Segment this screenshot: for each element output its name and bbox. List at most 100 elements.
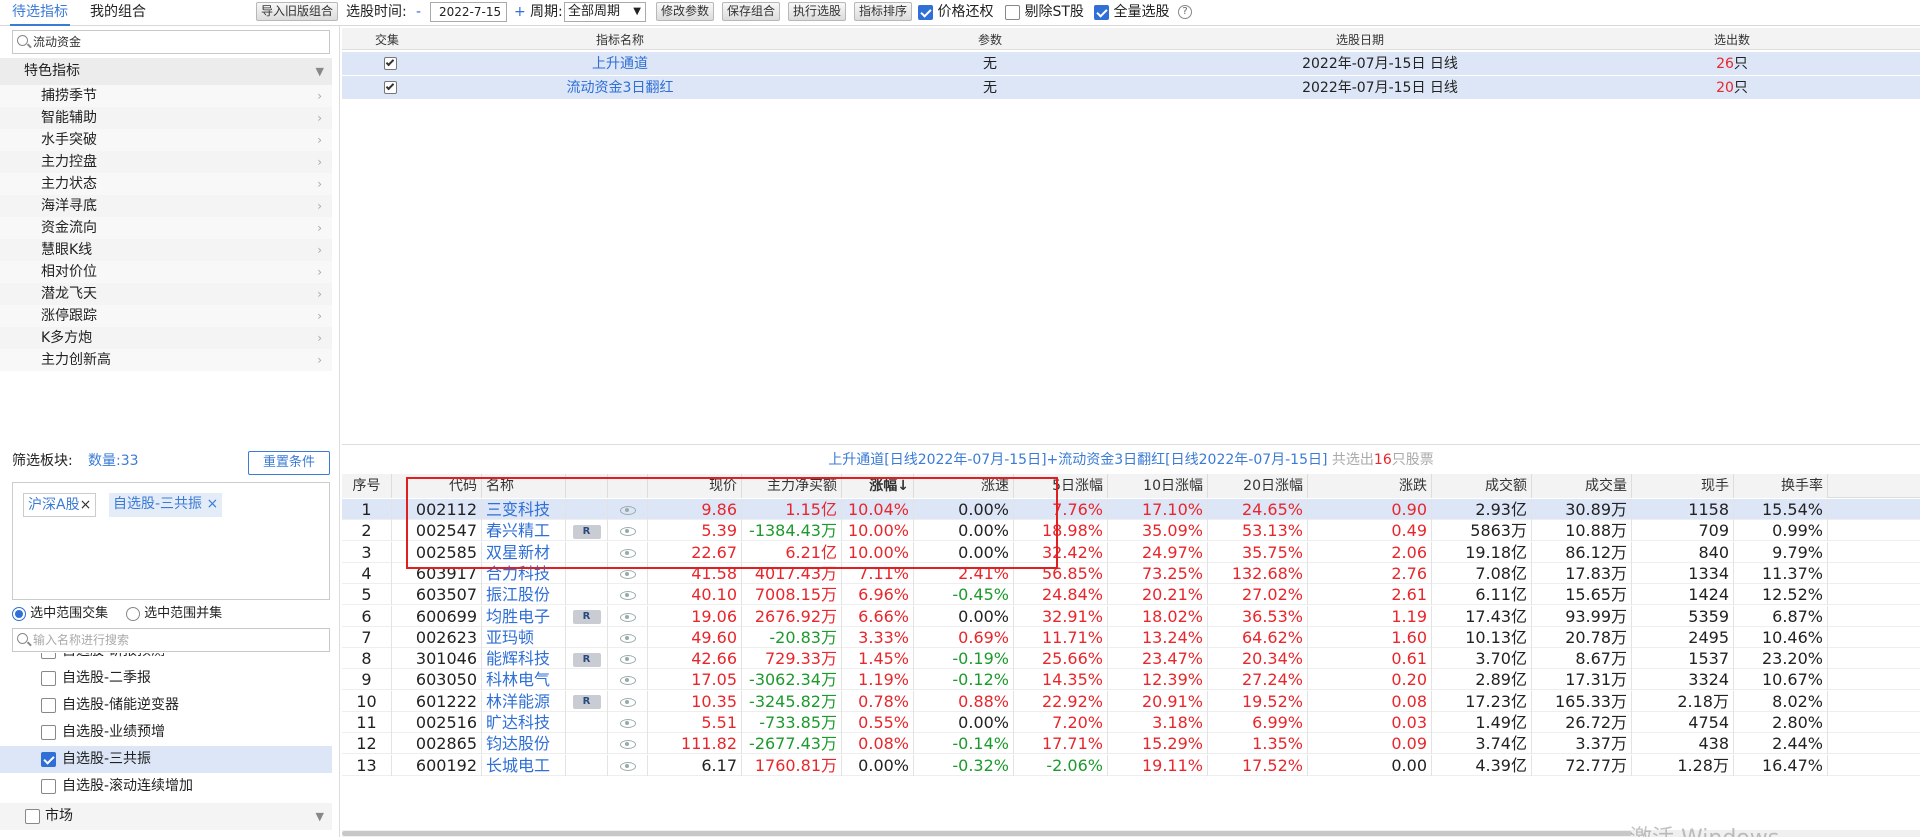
cell-eye[interactable] xyxy=(608,541,648,563)
header-turnover[interactable]: 换手率 xyxy=(1734,474,1828,498)
cell-r-badge[interactable] xyxy=(566,733,608,755)
cell-name[interactable]: 合力科技 xyxy=(482,562,566,584)
r-badge-icon[interactable]: R xyxy=(572,652,601,667)
cell-eye[interactable] xyxy=(608,690,648,712)
cell-name[interactable]: 林洋能源 xyxy=(482,690,566,712)
eye-icon[interactable] xyxy=(619,548,636,558)
radio-intersect[interactable]: 选中范围交集 xyxy=(12,604,108,624)
cell-name[interactable]: 科林电气 xyxy=(482,669,566,691)
execute-screening-button[interactable]: 执行选股 xyxy=(788,2,846,21)
eye-icon[interactable] xyxy=(619,761,636,771)
board-list-item[interactable]: 自选股-业绩预增 xyxy=(0,719,332,746)
r-badge-icon[interactable]: R xyxy=(572,610,601,624)
header-diff[interactable]: 涨跌 xyxy=(1308,474,1432,498)
cell-name[interactable]: 旷达科技 xyxy=(482,712,566,733)
header-seq[interactable]: 序号 xyxy=(342,474,392,498)
period-select[interactable]: 全部周期 ▼ xyxy=(564,2,646,22)
header-net-buy[interactable]: 主力净买额 xyxy=(742,474,842,498)
date-input[interactable]: 2022-7-15 xyxy=(430,2,507,22)
r-badge-icon[interactable]: R xyxy=(572,524,601,539)
indicator-search-input[interactable]: 流动资金 xyxy=(12,30,330,54)
table-row[interactable]: 6 600699 均胜电子 R 19.06 2676.92万 6.66% 0.00% 32.91… xyxy=(342,605,1920,627)
header-speed[interactable]: 涨速 xyxy=(914,474,1014,498)
sidebar-item[interactable]: 资金流向 › xyxy=(0,217,332,239)
eye-icon[interactable] xyxy=(619,527,636,537)
cell-name[interactable]: 双星新材 xyxy=(482,541,566,563)
indicator-name[interactable]: 上升通道 xyxy=(560,52,680,76)
eye-icon[interactable] xyxy=(619,655,636,665)
cell-eye[interactable] xyxy=(608,754,648,776)
table-row[interactable]: 5 603507 振江股份 40.10 7008.15万 6.96% -0.45% 24.84… xyxy=(342,584,1920,606)
cell-eye[interactable] xyxy=(608,712,648,733)
board-list-item[interactable]: 自选股-研报预测 xyxy=(0,653,332,665)
header-code[interactable]: 代码 xyxy=(392,474,482,498)
cell-eye[interactable] xyxy=(608,584,648,606)
checkbox-checked-icon[interactable] xyxy=(384,81,397,94)
board-list-item[interactable]: 自选股-滚动连续增加 xyxy=(0,773,332,800)
board-list-item[interactable]: 自选股-三共振 xyxy=(0,746,332,773)
table-row[interactable]: 9 603050 科林电气 17.05 -3062.34万 1.19% -0.12% 14.3… xyxy=(342,669,1920,691)
cell-r-badge[interactable] xyxy=(566,541,608,563)
header-amount[interactable]: 成交额 xyxy=(1432,474,1532,498)
cell-name[interactable]: 钧达股份 xyxy=(482,733,566,755)
cell-eye[interactable] xyxy=(608,605,648,627)
eye-icon[interactable] xyxy=(619,591,636,601)
sidebar-item[interactable]: 捕捞季节 › xyxy=(0,85,332,107)
sidebar-item[interactable]: 主力创新高 › xyxy=(0,349,332,371)
tab-screening-indicators[interactable]: 待选指标 xyxy=(10,0,70,26)
date-plus-button[interactable]: + xyxy=(514,0,526,25)
cell-r-badge[interactable] xyxy=(566,499,608,520)
market-group[interactable]: 市场 ▼ xyxy=(0,803,332,830)
header-r-badge[interactable] xyxy=(566,474,608,498)
cell-r-badge[interactable] xyxy=(566,626,608,648)
board-search-input[interactable]: 输入名称进行搜索 xyxy=(12,628,330,652)
indicator-row[interactable]: 上升通道 无 2022年-07月-15日 日线 26只 xyxy=(342,52,1920,76)
cell-r-badge[interactable]: R xyxy=(566,605,608,627)
cell-r-badge[interactable] xyxy=(566,562,608,584)
indicator-row[interactable]: 流动资金3日翻红 无 2022年-07月-15日 日线 20只 xyxy=(342,76,1920,100)
cell-r-badge[interactable]: R xyxy=(566,520,608,542)
sidebar-item[interactable]: 智能辅助 › xyxy=(0,107,332,129)
table-row[interactable]: 2 002547 春兴精工 R 5.39 -1384.43万 10.00% 0.00% 18.9… xyxy=(342,520,1920,542)
board-list-item[interactable]: 自选股-储能逆变器 xyxy=(0,692,332,719)
cell-eye[interactable] xyxy=(608,562,648,584)
header-eye[interactable] xyxy=(608,474,648,498)
eye-icon[interactable] xyxy=(619,676,636,686)
cell-eye[interactable] xyxy=(608,499,648,520)
cell-r-badge[interactable]: R xyxy=(566,648,608,670)
cell-eye[interactable] xyxy=(608,626,648,648)
cell-name[interactable]: 春兴精工 xyxy=(482,520,566,542)
cell-name[interactable]: 三变科技 xyxy=(482,499,566,520)
header-price[interactable]: 现价 xyxy=(648,474,742,498)
sidebar-item[interactable]: 主力状态 › xyxy=(0,173,332,195)
eye-icon[interactable] xyxy=(619,612,636,622)
sidebar-item[interactable]: 海洋寻底 › xyxy=(0,195,332,217)
full-select-checkbox[interactable]: 全量选股 xyxy=(1094,0,1169,25)
eye-icon[interactable] xyxy=(619,506,636,515)
sidebar-item[interactable]: 潜龙飞天 › xyxy=(0,283,332,305)
sidebar-item[interactable]: 相对价位 › xyxy=(0,261,332,283)
table-row[interactable]: 1 002112 三变科技 9.86 1.15亿 10.04% 0.00% 7.76% 17.1… xyxy=(342,499,1920,520)
header-current-hand[interactable]: 现手 xyxy=(1632,474,1734,498)
eye-icon[interactable] xyxy=(619,740,636,750)
table-row[interactable]: 12 002865 钧达股份 111.82 -2677.43万 0.08% -0.14% 17… xyxy=(342,733,1920,755)
board-list-item[interactable]: 自选股-二季报 xyxy=(0,665,332,692)
indicator-name[interactable]: 流动资金3日翻红 xyxy=(560,76,680,100)
save-combo-button[interactable]: 保存组合 xyxy=(722,2,780,21)
table-row[interactable]: 10 601222 林洋能源 R 10.35 -3245.82万 0.78% 0.88% 22.… xyxy=(342,690,1920,712)
indicator-sort-button[interactable]: 指标排序 xyxy=(854,2,912,21)
close-icon[interactable]: × xyxy=(207,496,219,512)
modify-params-button[interactable]: 修改参数 xyxy=(656,2,714,21)
eye-icon[interactable] xyxy=(619,633,636,643)
header-d5[interactable]: 5日涨幅 xyxy=(1014,474,1108,498)
cell-r-badge[interactable]: R xyxy=(566,690,608,712)
header-d10[interactable]: 10日涨幅 xyxy=(1108,474,1208,498)
sidebar-item[interactable]: 慧眼K线 › xyxy=(0,239,332,261)
reset-conditions-button[interactable]: 重置条件 xyxy=(248,451,330,475)
cell-eye[interactable] xyxy=(608,669,648,691)
header-volume[interactable]: 成交量 xyxy=(1532,474,1632,498)
help-icon[interactable]: ? xyxy=(1178,5,1192,19)
price-adjust-checkbox[interactable]: 价格还权 xyxy=(918,0,993,25)
cell-name[interactable]: 亚玛顿 xyxy=(482,626,566,648)
cell-r-badge[interactable] xyxy=(566,584,608,606)
